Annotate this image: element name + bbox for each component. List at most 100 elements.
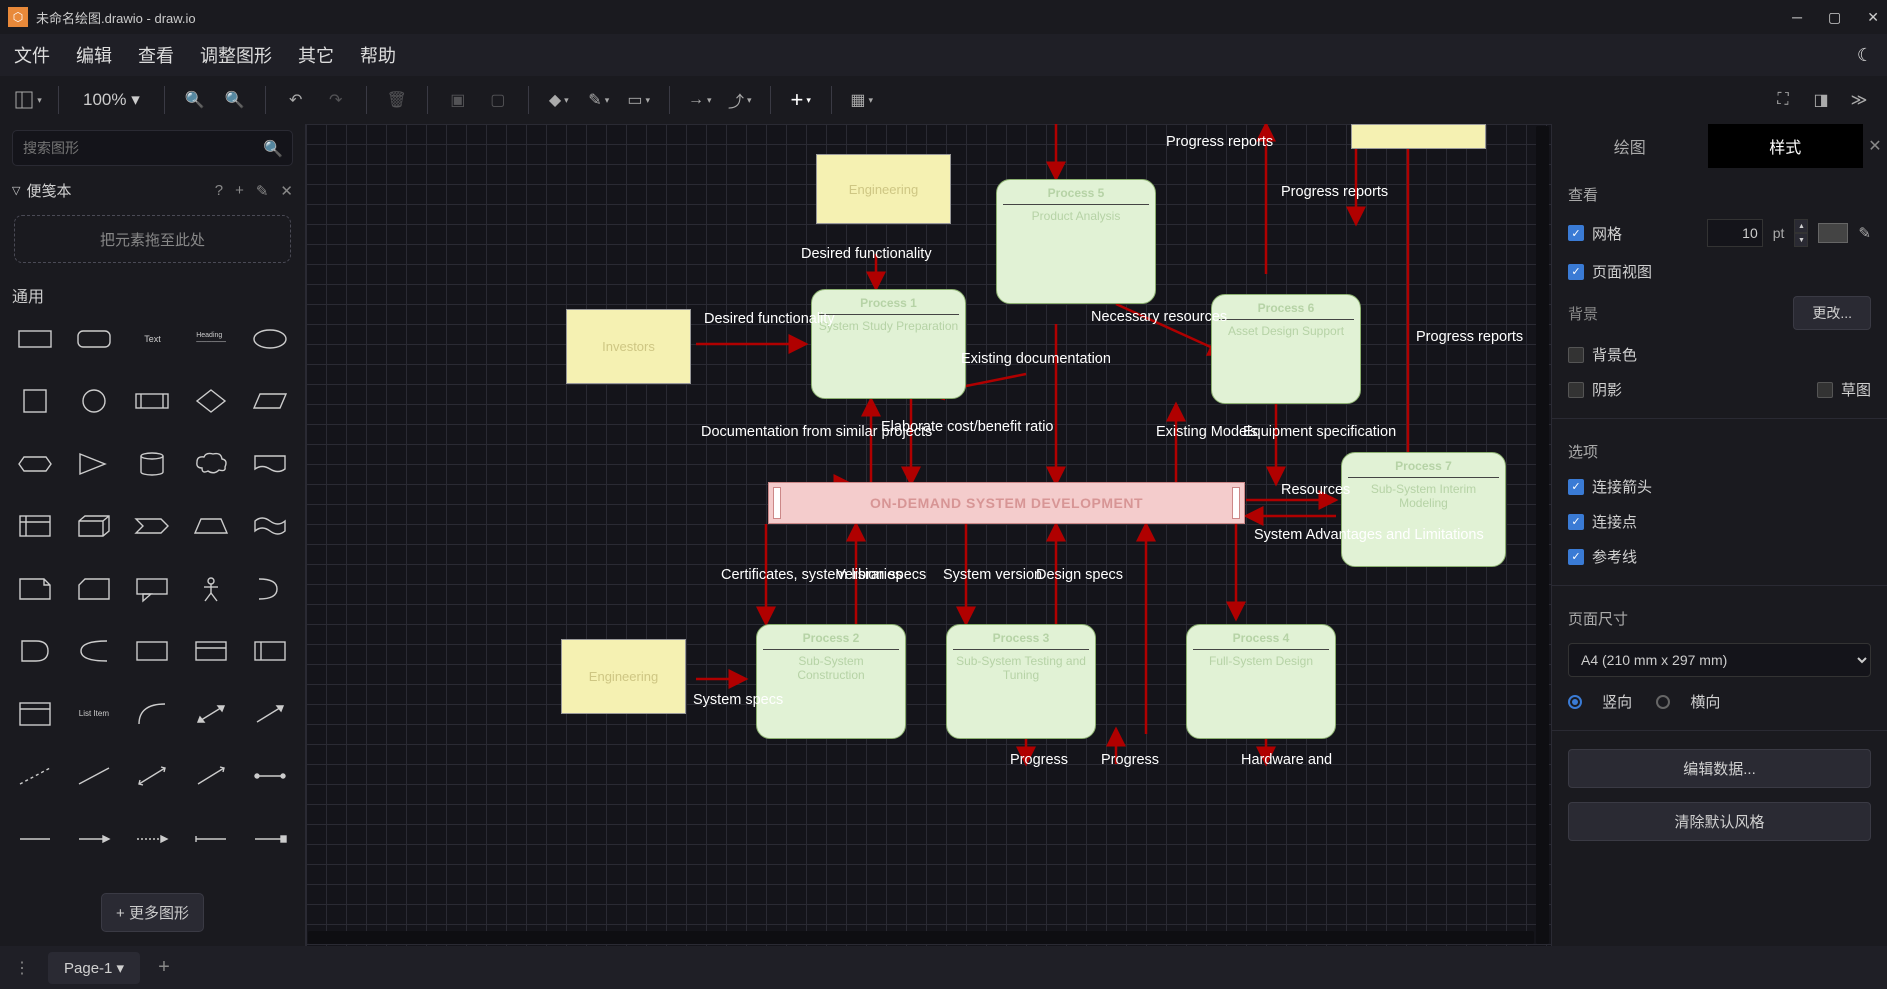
shape-process[interactable] <box>129 383 176 419</box>
landscape-radio[interactable]: 横向 <box>1656 691 1720 712</box>
theme-toggle-icon[interactable]: ☾ <box>1857 45 1873 66</box>
shape-rectangle[interactable] <box>12 321 59 357</box>
help-icon[interactable]: ? <box>215 182 223 200</box>
shape-arrow[interactable] <box>246 696 293 732</box>
zoom-out-icon[interactable]: 🔍 <box>219 84 251 116</box>
shape-line[interactable] <box>71 758 118 794</box>
add-icon[interactable]: + <box>235 182 244 200</box>
node-investors[interactable]: Investors <box>566 309 691 384</box>
shape-tape[interactable] <box>246 508 293 544</box>
collapse-chevron-icon[interactable]: ▽ <box>12 184 20 197</box>
shape-step[interactable] <box>129 508 176 544</box>
search-input[interactable] <box>12 130 293 166</box>
zoom-level[interactable]: 100% ▾ <box>73 90 150 110</box>
node-engineering-2[interactable]: Engineering <box>561 639 686 714</box>
clear-style-button[interactable]: 清除默认风格 <box>1568 802 1871 841</box>
shape-ellipse[interactable] <box>246 321 293 357</box>
insert-icon[interactable]: + <box>785 84 817 116</box>
shape-container[interactable] <box>129 633 176 669</box>
shape-conn5[interactable] <box>246 821 293 857</box>
grid-stepper[interactable]: ▲▼ <box>1794 219 1808 247</box>
shape-parallelogram[interactable] <box>246 383 293 419</box>
shape-and[interactable] <box>12 633 59 669</box>
close-panel-icon[interactable]: ✕ <box>1863 124 1887 168</box>
shape-data-store[interactable] <box>71 633 118 669</box>
background-change-button[interactable]: 更改... <box>1793 296 1871 330</box>
view-mode-button[interactable] <box>12 84 44 116</box>
shape-bidir-thin[interactable] <box>129 758 176 794</box>
edit-data-button[interactable]: 编辑数据... <box>1568 749 1871 788</box>
menu-edit[interactable]: 编辑 <box>76 42 112 68</box>
shape-list-item[interactable]: List Item <box>71 696 118 732</box>
grid-size-input[interactable] <box>1707 219 1763 247</box>
shape-conn3[interactable] <box>129 821 176 857</box>
bgcolor-checkbox[interactable]: 背景色 <box>1568 344 1637 365</box>
shape-trapezoid[interactable] <box>188 508 235 544</box>
menu-help[interactable]: 帮助 <box>360 42 396 68</box>
shape-diamond[interactable] <box>188 383 235 419</box>
menu-other[interactable]: 其它 <box>298 42 334 68</box>
more-shapes-button[interactable]: + 更多图形 <box>101 893 204 932</box>
shape-square[interactable] <box>12 383 59 419</box>
shape-conn1[interactable] <box>12 821 59 857</box>
shape-or[interactable] <box>246 571 293 607</box>
sketch-checkbox[interactable]: 草图 <box>1817 379 1871 400</box>
node-center[interactable]: ON-DEMAND SYSTEM DEVELOPMENT <box>768 482 1245 524</box>
shape-bidir-arrow[interactable] <box>188 696 235 732</box>
shape-list[interactable] <box>12 696 59 732</box>
shape-conn4[interactable] <box>188 821 235 857</box>
shape-circle[interactable] <box>71 383 118 419</box>
shape-text[interactable]: Text <box>129 321 176 357</box>
shadow-icon[interactable]: ▭ <box>623 84 655 116</box>
scrollbar-horizontal[interactable] <box>308 931 1534 944</box>
shape-dir-thin[interactable] <box>188 758 235 794</box>
shape-callout[interactable] <box>129 571 176 607</box>
shape-internal-storage[interactable] <box>12 508 59 544</box>
node-process-4[interactable]: Process 4Full-System Design <box>1186 624 1336 739</box>
redo-icon[interactable]: ↷ <box>320 84 352 116</box>
shape-document[interactable] <box>246 446 293 482</box>
search-icon[interactable]: 🔍 <box>263 139 283 159</box>
shape-curve[interactable] <box>129 696 176 732</box>
undo-icon[interactable]: ↶ <box>280 84 312 116</box>
shape-card[interactable] <box>71 571 118 607</box>
scratchpad-header[interactable]: ▽ 便笺本 ? + ✎ ✕ <box>12 172 293 209</box>
shape-dashed-line[interactable] <box>12 758 59 794</box>
format-panel-icon[interactable]: ◨ <box>1805 84 1837 116</box>
portrait-radio[interactable]: 竖向 <box>1568 691 1632 712</box>
shape-actor[interactable] <box>188 571 235 607</box>
edit-icon[interactable]: ✎ <box>256 182 269 200</box>
to-front-icon[interactable]: ▣ <box>442 84 474 116</box>
close-icon[interactable]: ✕ <box>280 182 293 200</box>
shape-hcontainer[interactable] <box>188 633 235 669</box>
fill-color-icon[interactable]: ◆ <box>543 84 575 116</box>
node-engineering-1[interactable]: Engineering <box>816 154 951 224</box>
shape-textbox[interactable]: Heading────── <box>188 321 235 357</box>
tab-style[interactable]: 样式 <box>1708 124 1864 168</box>
shape-hexagon[interactable] <box>12 446 59 482</box>
delete-icon[interactable]: 🗑 <box>381 84 413 116</box>
waypoint-icon[interactable]: ⤴ <box>724 84 756 116</box>
page-view-checkbox[interactable]: ✓页面视图 <box>1568 261 1652 282</box>
general-section[interactable]: 通用 <box>12 277 293 313</box>
to-back-icon[interactable]: ▢ <box>482 84 514 116</box>
shape-link[interactable] <box>246 758 293 794</box>
minimize-button[interactable]: ─ <box>1792 9 1802 26</box>
table-icon[interactable]: ▦ <box>846 84 878 116</box>
pagesize-select[interactable]: A4 (210 mm x 297 mm) <box>1568 643 1871 677</box>
guides-checkbox[interactable]: ✓参考线 <box>1568 546 1637 567</box>
tab-diagram[interactable]: 绘图 <box>1552 124 1708 168</box>
collapse-icon[interactable]: ≫ <box>1843 84 1875 116</box>
menu-file[interactable]: 文件 <box>14 42 50 68</box>
menu-view[interactable]: 查看 <box>138 42 174 68</box>
shape-vcontainer[interactable] <box>246 633 293 669</box>
menu-arrange[interactable]: 调整图形 <box>200 42 272 68</box>
shape-cube[interactable] <box>71 508 118 544</box>
add-page-button[interactable]: + <box>158 956 170 979</box>
node-process-1[interactable]: Process 1System Study Preparation <box>811 289 966 399</box>
node-process-6[interactable]: Process 6Asset Design Support <box>1211 294 1361 404</box>
shape-cylinder[interactable] <box>129 446 176 482</box>
grid-color-edit-icon[interactable]: ✎ <box>1858 224 1871 242</box>
pages-menu-icon[interactable]: ⋮ <box>14 958 30 978</box>
fullscreen-icon[interactable]: ⛶ <box>1767 84 1799 116</box>
